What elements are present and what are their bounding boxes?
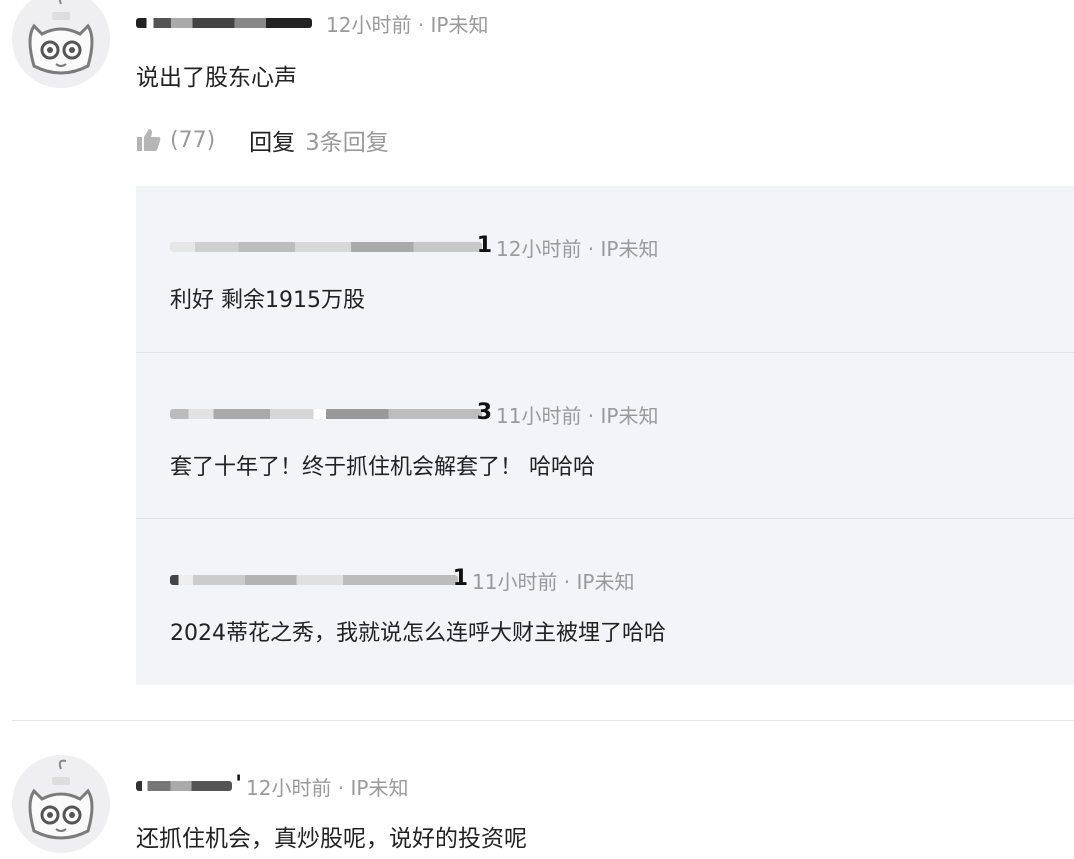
reply-meta: 1 11小时前 · IP未知: [170, 565, 634, 595]
reply-item: 1 12小时前 · IP未知 利好 剩余1915万股: [136, 186, 1074, 352]
thumbs-up-icon[interactable]: [136, 127, 162, 153]
reply-item: 3 11小时前 · IP未知 套了十年了！终于抓住机会解套了！ 哈哈哈: [136, 352, 1074, 519]
reply-timestamp: 11小时前 · IP未知: [496, 403, 659, 428]
comment-item: 12小时前 · IP未知 说出了股东心声 (77) 回复 3条回复 1 12小时…: [0, 0, 1074, 720]
username-redacted[interactable]: 1: [170, 566, 468, 591]
reply-button[interactable]: 回复: [249, 123, 295, 157]
reply-meta: 3 11小时前 · IP未知: [170, 399, 658, 429]
comment-actions: (77) 回复 3条回复: [136, 124, 389, 156]
comment-timestamp: 12小时前 · IP未知: [326, 12, 489, 37]
comment-text: 说出了股东心声: [136, 65, 297, 91]
cat-avatar-icon: [12, 0, 110, 88]
cat-avatar-icon: [12, 755, 110, 853]
username-redacted[interactable]: ': [136, 772, 242, 797]
reply-timestamp: 11小时前 · IP未知: [472, 569, 635, 594]
reply-item: 1 11小时前 · IP未知 2024蒂花之秀，我就说怎么连呼大财主被埋了哈哈: [136, 518, 1074, 685]
like-count: (77): [170, 127, 216, 153]
reply-meta: 1 12小时前 · IP未知: [170, 232, 658, 262]
reply-text: 套了十年了！终于抓住机会解套了！ 哈哈哈: [170, 455, 595, 480]
reply-timestamp: 12小时前 · IP未知: [496, 236, 659, 261]
username-redacted[interactable]: 1: [170, 233, 492, 258]
user-avatar[interactable]: [12, 0, 110, 88]
comment-text: 还抓住机会，真炒股呢，说好的投资呢: [136, 826, 527, 852]
username-redacted[interactable]: 3: [170, 400, 492, 425]
reply-text: 利好 剩余1915万股: [170, 288, 365, 313]
comment-meta: 12小时前 · IP未知: [136, 8, 488, 38]
replies-panel: 1 12小时前 · IP未知 利好 剩余1915万股 3 11小时前 · IP未…: [136, 186, 1074, 685]
comment-item: ' 12小时前 · IP未知 还抓住机会，真炒股呢，说好的投资呢: [0, 721, 1074, 859]
reply-text: 2024蒂花之秀，我就说怎么连呼大财主被埋了哈哈: [170, 621, 666, 646]
reply-count-link[interactable]: 3条回复: [305, 123, 389, 157]
user-avatar[interactable]: [12, 755, 110, 853]
username-redacted[interactable]: [136, 12, 312, 34]
comment-timestamp: 12小时前 · IP未知: [246, 775, 409, 800]
comment-meta: ' 12小时前 · IP未知: [136, 771, 408, 801]
